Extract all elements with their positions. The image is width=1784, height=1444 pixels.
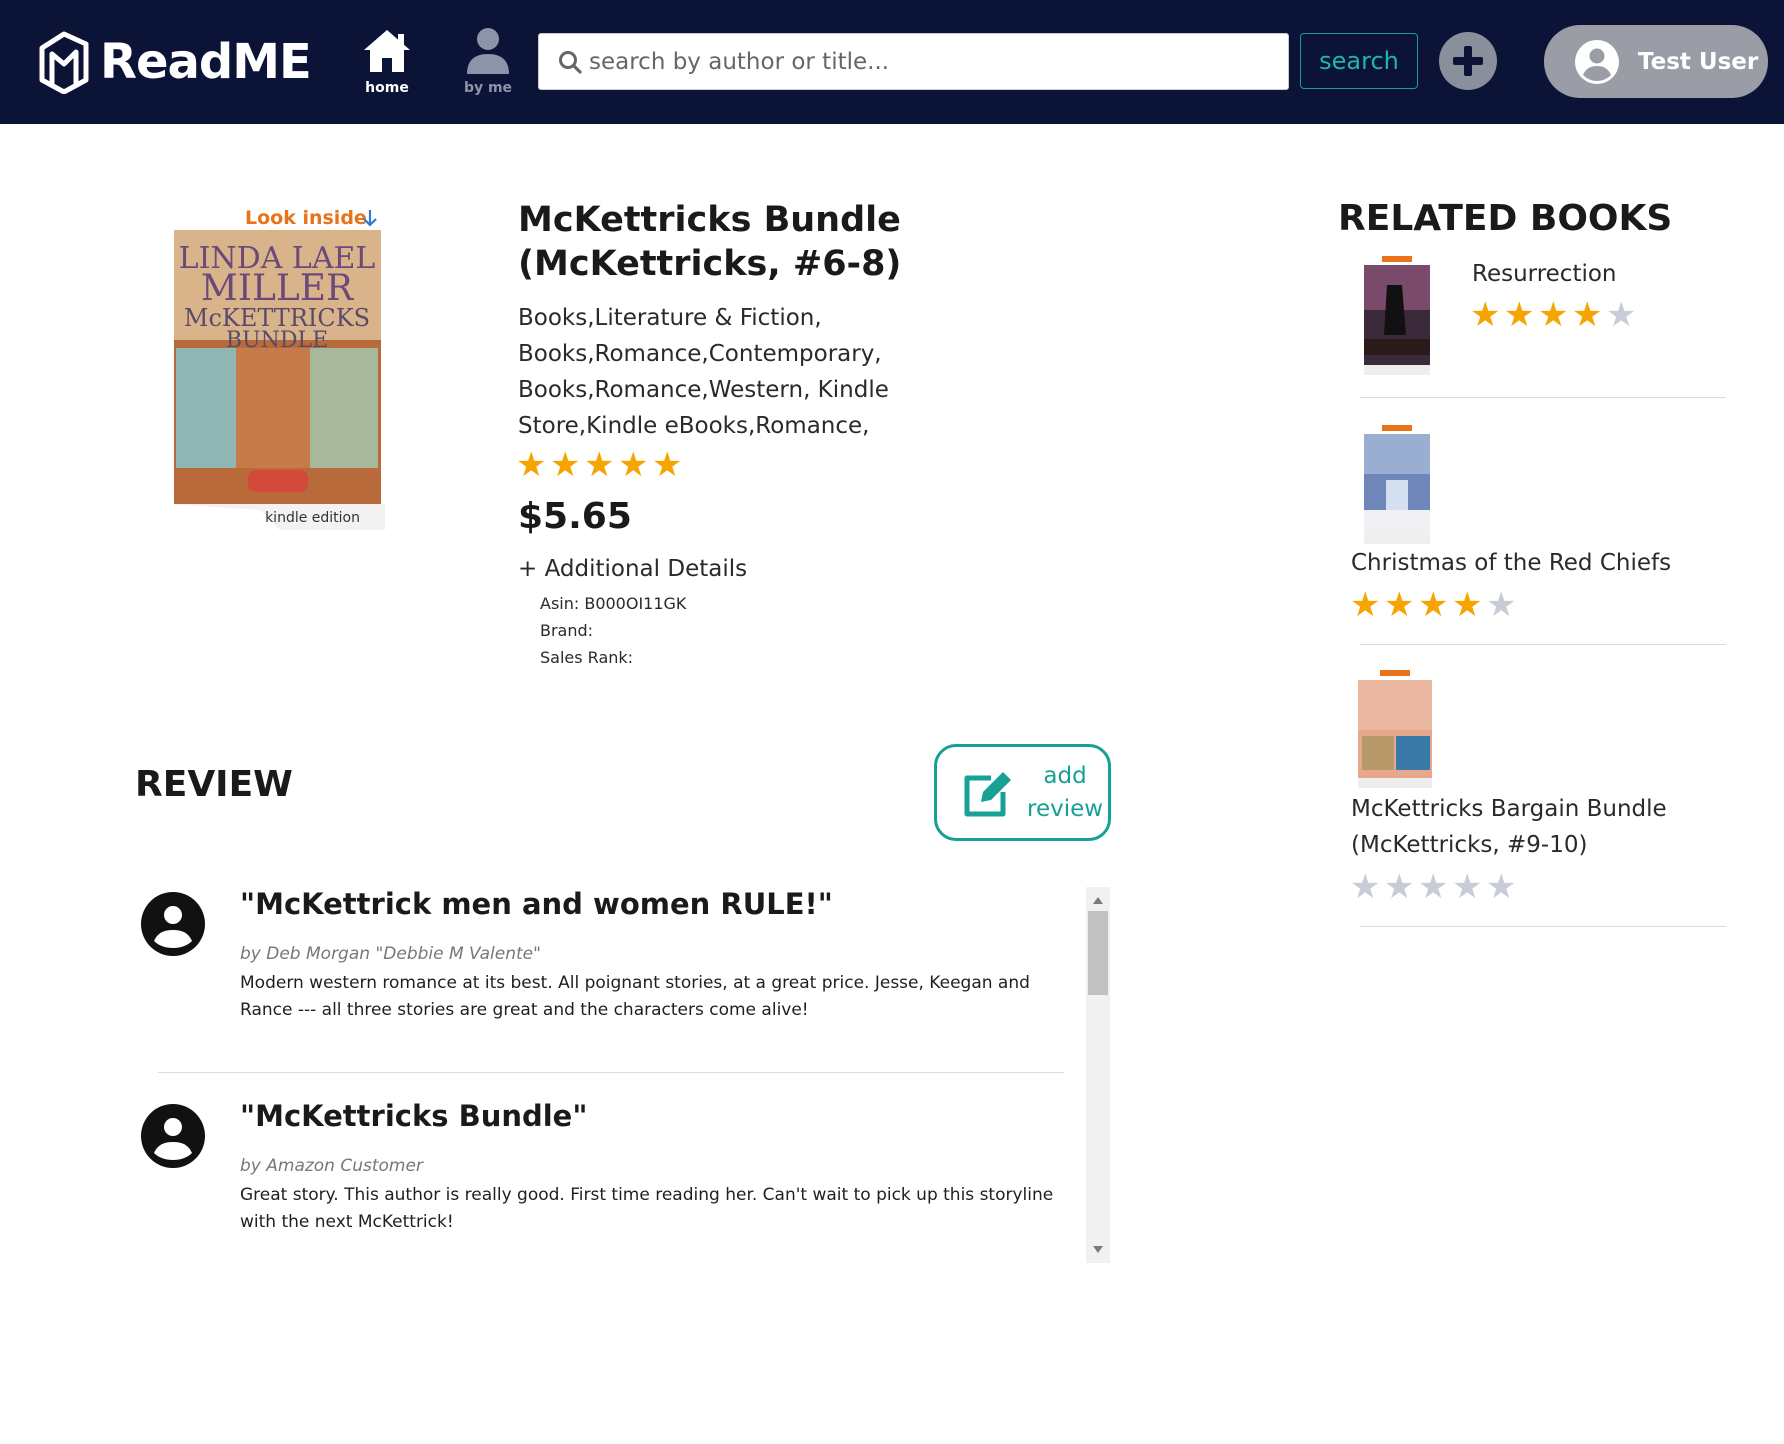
star-empty-icon: ★ (1350, 868, 1381, 906)
book-categories: Books,Literature & Fiction, Books,Romanc… (518, 305, 889, 439)
review-divider (158, 1072, 1064, 1073)
star-empty-icon: ★ (1383, 868, 1415, 906)
review-item: "McKettricks Bundle" by Amazon Customer … (120, 1099, 1070, 1262)
search-input[interactable] (589, 48, 1269, 75)
review-title: "McKettricks Bundle" (240, 1099, 588, 1133)
star-filled-icon: ★ (1350, 586, 1381, 624)
person-icon (467, 28, 509, 74)
review-item: "McKettrick men and women RULE!" by Deb … (120, 887, 1070, 1087)
star-filled-icon: ★ (1503, 296, 1535, 334)
star-filled-icon: ★ (516, 446, 547, 484)
review-text: Modern western romance at its best. All … (240, 973, 1030, 1020)
detail-asin: Asin: B000OI11GK (540, 594, 687, 613)
related-book-rating: ★ ★ ★ ★ ★ (1350, 588, 1520, 622)
reviewer-avatar-icon (141, 892, 205, 956)
review-author: by Amazon Customer (240, 1156, 423, 1176)
related-book-cover-image[interactable] (1362, 255, 1432, 375)
scrollbar-thumb[interactable] (1088, 911, 1108, 995)
star-empty-icon: ★ (1485, 586, 1517, 624)
search-button[interactable]: search (1300, 33, 1418, 89)
review-author: by Deb Morgan "Debbie M Valente" (240, 944, 541, 964)
star-filled-icon: ★ (1417, 586, 1449, 624)
look-inside-text: Look inside (245, 207, 367, 229)
star-filled-icon: ★ (1451, 586, 1483, 624)
brand-name: ReadME (100, 34, 312, 90)
related-book-title[interactable]: Resurrection (1472, 256, 1732, 292)
star-filled-icon: ★ (1537, 296, 1569, 334)
edit-icon (964, 771, 1011, 816)
add-review-label: add review (1027, 760, 1103, 826)
detail-sales-rank: Sales Rank: (540, 648, 634, 667)
review-heading: REVIEW (135, 764, 293, 805)
reviews-scrollbar[interactable] (1086, 887, 1110, 1263)
reviews-list[interactable]: "McKettrick men and women RULE!" by Deb … (120, 887, 1110, 1262)
star-empty-icon: ★ (1605, 296, 1637, 334)
related-divider (1360, 397, 1726, 398)
add-review-label-line2: review (1027, 795, 1104, 822)
star-filled-icon: ★ (583, 446, 615, 484)
star-filled-icon: ★ (1383, 586, 1415, 624)
related-books-heading: RELATED BOOKS (1338, 198, 1673, 239)
nav-home-button[interactable]: home (352, 26, 422, 96)
related-divider (1360, 926, 1726, 927)
star-empty-icon: ★ (1417, 868, 1449, 906)
star-filled-icon: ★ (617, 446, 649, 484)
related-book-cover-image[interactable] (1356, 668, 1436, 790)
logo-mark-icon (39, 31, 89, 94)
nav-byme-button[interactable]: by me (453, 26, 523, 96)
book-cover-image[interactable]: Look inside LINDA LAEL MILLER McKETTRICK… (170, 200, 385, 530)
additional-details-toggle[interactable]: + Additional Details (518, 556, 747, 582)
star-filled-icon: ★ (1470, 296, 1501, 334)
related-divider (1360, 644, 1726, 645)
book-price: $5.65 (518, 496, 632, 537)
plus-icon (1453, 46, 1483, 76)
add-review-button[interactable]: add review (934, 744, 1111, 841)
star-filled-icon: ★ (549, 446, 581, 484)
related-book-cover-image[interactable] (1362, 424, 1432, 544)
scroll-down-arrow-icon[interactable] (1093, 1246, 1103, 1253)
scroll-up-arrow-icon[interactable] (1093, 897, 1103, 904)
nav-home-label: home (365, 80, 409, 96)
svg-text:BUNDLE: BUNDLE (226, 328, 328, 353)
top-navbar: ReadME home by me search by author or ti… (0, 0, 1784, 124)
review-title: "McKettrick men and women RULE!" (240, 887, 833, 921)
add-review-label-line1: add (1043, 762, 1087, 789)
star-filled-icon: ★ (1571, 296, 1603, 334)
review-text: Great story. This author is really good.… (240, 1185, 1054, 1232)
brand-logo[interactable]: ReadME (38, 28, 312, 96)
home-icon (364, 30, 410, 72)
related-book-title[interactable]: McKettricks Bargain Bundle (McKettricks,… (1351, 791, 1731, 863)
book-rating: ★ ★ ★ ★ ★ (516, 448, 686, 482)
kindle-edition-text: kindle edition (265, 510, 360, 526)
star-empty-icon: ★ (1451, 868, 1483, 906)
star-empty-icon: ★ (1485, 868, 1517, 906)
detail-brand: Brand: (540, 621, 594, 640)
svg-text:MILLER: MILLER (201, 268, 354, 309)
nav-byme-label: by me (463, 80, 513, 96)
search-box (538, 33, 1289, 90)
add-book-button[interactable] (1439, 32, 1497, 90)
related-book-title[interactable]: Christmas of the Red Chiefs (1351, 545, 1731, 581)
star-filled-icon: ★ (651, 446, 683, 484)
user-menu-button[interactable]: Test User (1544, 25, 1768, 98)
book-title: McKettricks Bundle (McKettricks, #6-8) (518, 200, 902, 284)
search-icon (559, 50, 582, 74)
related-book-rating: ★ ★ ★ ★ ★ (1350, 870, 1520, 904)
user-avatar-icon (1575, 39, 1619, 84)
additional-details-list: Asin: B000OI11GK Brand: Sales Rank: (540, 590, 686, 671)
related-book-rating: ★ ★ ★ ★ ★ (1470, 298, 1640, 332)
reviewer-avatar-icon (141, 1104, 205, 1168)
user-name: Test User (1638, 48, 1759, 75)
